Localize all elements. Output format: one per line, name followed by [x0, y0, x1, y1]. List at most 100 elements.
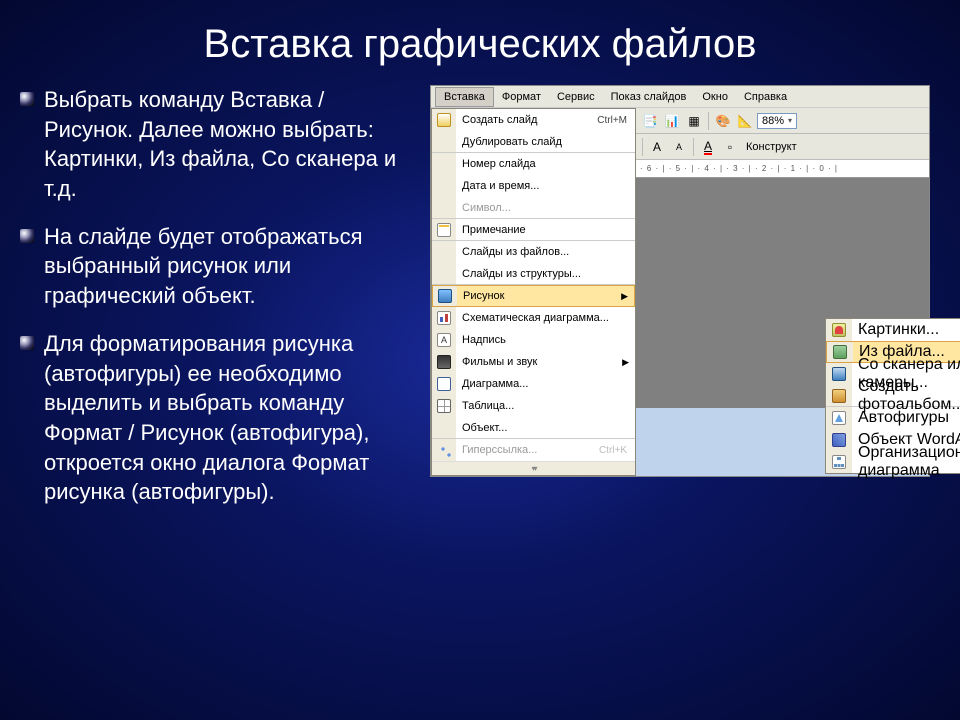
menu-item[interactable]: Дублировать слайд	[432, 131, 635, 153]
menu-item-label: Создать слайд	[456, 114, 597, 126]
menu-item-label: Фильмы и звук	[456, 356, 622, 368]
submenu-item[interactable]: Автофигуры	[826, 407, 960, 429]
menu-item-shortcut: Ctrl+M	[597, 115, 635, 126]
menu-window[interactable]: Окно	[694, 88, 736, 106]
submenu-item-label: Автофигуры	[852, 409, 960, 427]
bullet-item: Для форматирования рисунка (автофигуры) …	[20, 329, 410, 507]
separator	[693, 138, 694, 156]
bullet-text: Для форматирования рисунка (автофигуры) …	[44, 329, 410, 507]
menu-item[interactable]: Номер слайда	[432, 153, 635, 175]
menu-item-icon	[432, 241, 456, 263]
menu-item-icon	[432, 417, 456, 438]
menu-insert[interactable]: Вставка	[435, 87, 494, 107]
konstruktor-label[interactable]: Конструкт	[742, 141, 801, 153]
menu-item-icon	[432, 153, 456, 175]
separator	[708, 112, 709, 130]
menu-item-icon	[432, 197, 456, 218]
submenu-arrow-icon: ▶	[621, 291, 634, 302]
menu-item[interactable]: Схематическая диаграмма...	[432, 307, 635, 329]
toolbar-icon[interactable]: 📐	[735, 111, 755, 131]
submenu-item-icon	[826, 319, 852, 341]
font-color-icon[interactable]: A	[698, 137, 718, 157]
submenu-item-icon	[826, 385, 852, 406]
menu-item[interactable]: Объект...	[432, 417, 635, 439]
menu-item[interactable]: Рисунок▶	[432, 285, 635, 307]
submenu-item-label: Организационная диаграмма	[852, 444, 960, 480]
picture-submenu: Картинки...Из файла...Со сканера или кам…	[825, 318, 960, 474]
menu-item-label: Примечание	[456, 224, 635, 236]
menu-item-label: Диаграмма...	[456, 378, 635, 390]
submenu-arrow-icon: ▶	[622, 357, 635, 368]
menu-item-shortcut: Ctrl+K	[599, 445, 635, 456]
menu-item-label: Рисунок	[457, 290, 621, 302]
slide-title: Вставка графических файлов	[0, 0, 960, 85]
submenu-item[interactable]: Организационная диаграмма	[826, 451, 960, 473]
menu-item-label: Слайды из файлов...	[456, 246, 635, 258]
bullet-item: Выбрать команду Вставка / Рисунок. Далее…	[20, 85, 410, 204]
insert-dropdown: Создать слайдCtrl+MДублировать слайдНоме…	[431, 108, 636, 476]
menu-item[interactable]: Слайды из структуры...	[432, 263, 635, 285]
bullet-list: Выбрать команду Вставка / Рисунок. Далее…	[20, 85, 430, 525]
submenu-item[interactable]: Картинки...	[826, 319, 960, 341]
submenu-item-icon	[827, 342, 853, 362]
menu-item-icon	[432, 131, 456, 152]
menu-item-label: Символ...	[456, 202, 635, 214]
toolbar-icon[interactable]: ▦	[684, 111, 704, 131]
menu-item[interactable]: Гиперссылка...Ctrl+K	[432, 439, 635, 461]
bullet-text: На слайде будет отображаться выбранный р…	[44, 222, 410, 311]
separator	[642, 138, 643, 156]
expand-menu-icon[interactable]: ▾▾	[432, 461, 635, 475]
bullet-icon	[20, 229, 34, 243]
menu-item-label: Слайды из структуры...	[456, 268, 635, 280]
toolbar-icon[interactable]: 📑	[640, 111, 660, 131]
design-icon[interactable]: ▫	[720, 137, 740, 157]
menu-item-label: Дата и время...	[456, 180, 635, 192]
submenu-item-icon	[826, 363, 852, 385]
bullet-text: Выбрать команду Вставка / Рисунок. Далее…	[44, 85, 410, 204]
zoom-selector[interactable]: 88%	[757, 113, 797, 129]
menu-item[interactable]: Диаграмма...	[432, 373, 635, 395]
menu-item-icon	[432, 329, 456, 351]
toolbar-icon[interactable]: 📊	[662, 111, 682, 131]
menu-item-label: Объект...	[456, 422, 635, 434]
menu-item[interactable]: Символ...	[432, 197, 635, 219]
toolbar-icon[interactable]: 🎨	[713, 111, 733, 131]
menu-item-label: Номер слайда	[456, 158, 635, 170]
menu-item-icon	[432, 263, 456, 284]
font-size-icon[interactable]: A	[669, 137, 689, 157]
submenu-item-icon	[826, 451, 852, 473]
ruler: · 6 · | · 5 · | · 4 · | · 3 · | · 2 · | …	[636, 160, 929, 178]
toolbar-row-1: 📑 📊 ▦ 🎨 📐 88%	[636, 108, 929, 134]
bullet-item: На слайде будет отображаться выбранный р…	[20, 222, 410, 311]
menu-item[interactable]: Фильмы и звук▶	[432, 351, 635, 373]
menu-item[interactable]: Создать слайдCtrl+M	[432, 109, 635, 131]
menu-item-icon	[432, 351, 456, 373]
menu-item-icon	[433, 286, 457, 306]
menu-help[interactable]: Справка	[736, 88, 795, 106]
menu-format[interactable]: Формат	[494, 88, 549, 106]
menu-item-label: Схематическая диаграмма...	[456, 312, 635, 324]
menu-item-icon	[432, 175, 456, 197]
menu-item-icon	[432, 395, 456, 417]
bullet-icon	[20, 336, 34, 350]
menu-item-icon	[432, 307, 456, 329]
menu-item-icon	[432, 219, 456, 240]
menu-item-label: Гиперссылка...	[456, 444, 599, 456]
submenu-item-icon	[826, 429, 852, 451]
submenu-item-icon	[826, 407, 852, 429]
menu-item[interactable]: Слайды из файлов...	[432, 241, 635, 263]
menu-item[interactable]: Надпись	[432, 329, 635, 351]
toolbar-row-2: A A A ▫ Конструкт	[636, 134, 929, 160]
menu-item-label: Надпись	[456, 334, 635, 346]
menu-item[interactable]: Таблица...	[432, 395, 635, 417]
menubar: Вставка Формат Сервис Показ слайдов Окно…	[431, 86, 929, 108]
menu-item-label: Таблица...	[456, 400, 635, 412]
menu-slideshow[interactable]: Показ слайдов	[603, 88, 695, 106]
submenu-item[interactable]: Создать фотоальбом...	[826, 385, 960, 407]
font-size-icon[interactable]: A	[647, 137, 667, 157]
menu-service[interactable]: Сервис	[549, 88, 603, 106]
menu-item-icon	[432, 439, 456, 461]
menu-item[interactable]: Примечание	[432, 219, 635, 241]
menu-item[interactable]: Дата и время...	[432, 175, 635, 197]
menu-item-icon	[432, 109, 456, 131]
